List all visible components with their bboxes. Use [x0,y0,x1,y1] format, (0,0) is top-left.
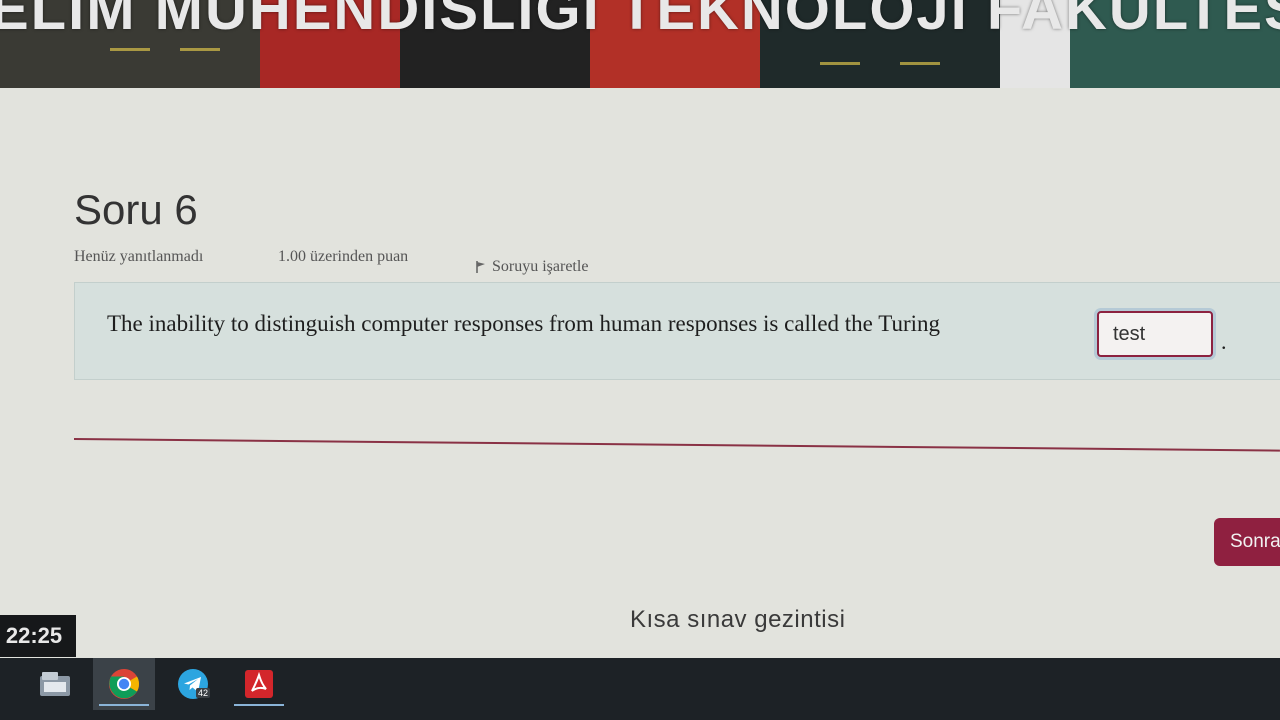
question-title: Soru 6 [74,186,198,233]
taskbar-explorer[interactable] [24,658,86,710]
quiz-content: Soru 6 Henüz yanıtlanmadı 1.00 üzerinden… [0,88,1280,658]
site-banner: ELİM MÜHENDİSLİĞİ TEKNOLOJİ FAKÜLTESİ [0,0,1280,88]
quiz-navigation-link[interactable]: Kısa sınav gezintisi [630,606,845,634]
taskbar-chrome[interactable] [93,658,155,710]
explorer-icon [40,672,70,696]
flag-question-link[interactable]: Soruyu işaretle [476,258,588,276]
next-page-button[interactable]: Sonra [1214,518,1280,566]
answer-input[interactable] [1097,311,1213,357]
question-text: The inability to distinguish computer re… [107,311,941,336]
question-box: The inability to distinguish computer re… [74,282,1280,380]
taskbar: 42 [0,658,1280,720]
flag-question-label: Soruyu işaretle [492,258,589,275]
acrobat-icon [245,670,273,698]
question-suffix: . [1221,329,1227,354]
question-points: 1.00 üzerinden puan [278,248,409,265]
flag-icon [476,261,485,274]
chrome-icon [109,669,140,699]
question-info: Henüz yanıtlanmadı 1.00 üzerinden puan S… [74,248,774,275]
taskbar-telegram[interactable]: 42 [162,658,224,710]
banner-title: ELİM MÜHENDİSLİĞİ TEKNOLOJİ FAKÜLTESİ [0,0,1280,42]
taskbar-acrobat[interactable] [228,658,290,710]
question-status: Henüz yanıtlanmadı [74,248,204,265]
telegram-badge: 42 [196,688,211,698]
divider [73,438,1280,452]
clock: 22:25 [0,615,76,657]
